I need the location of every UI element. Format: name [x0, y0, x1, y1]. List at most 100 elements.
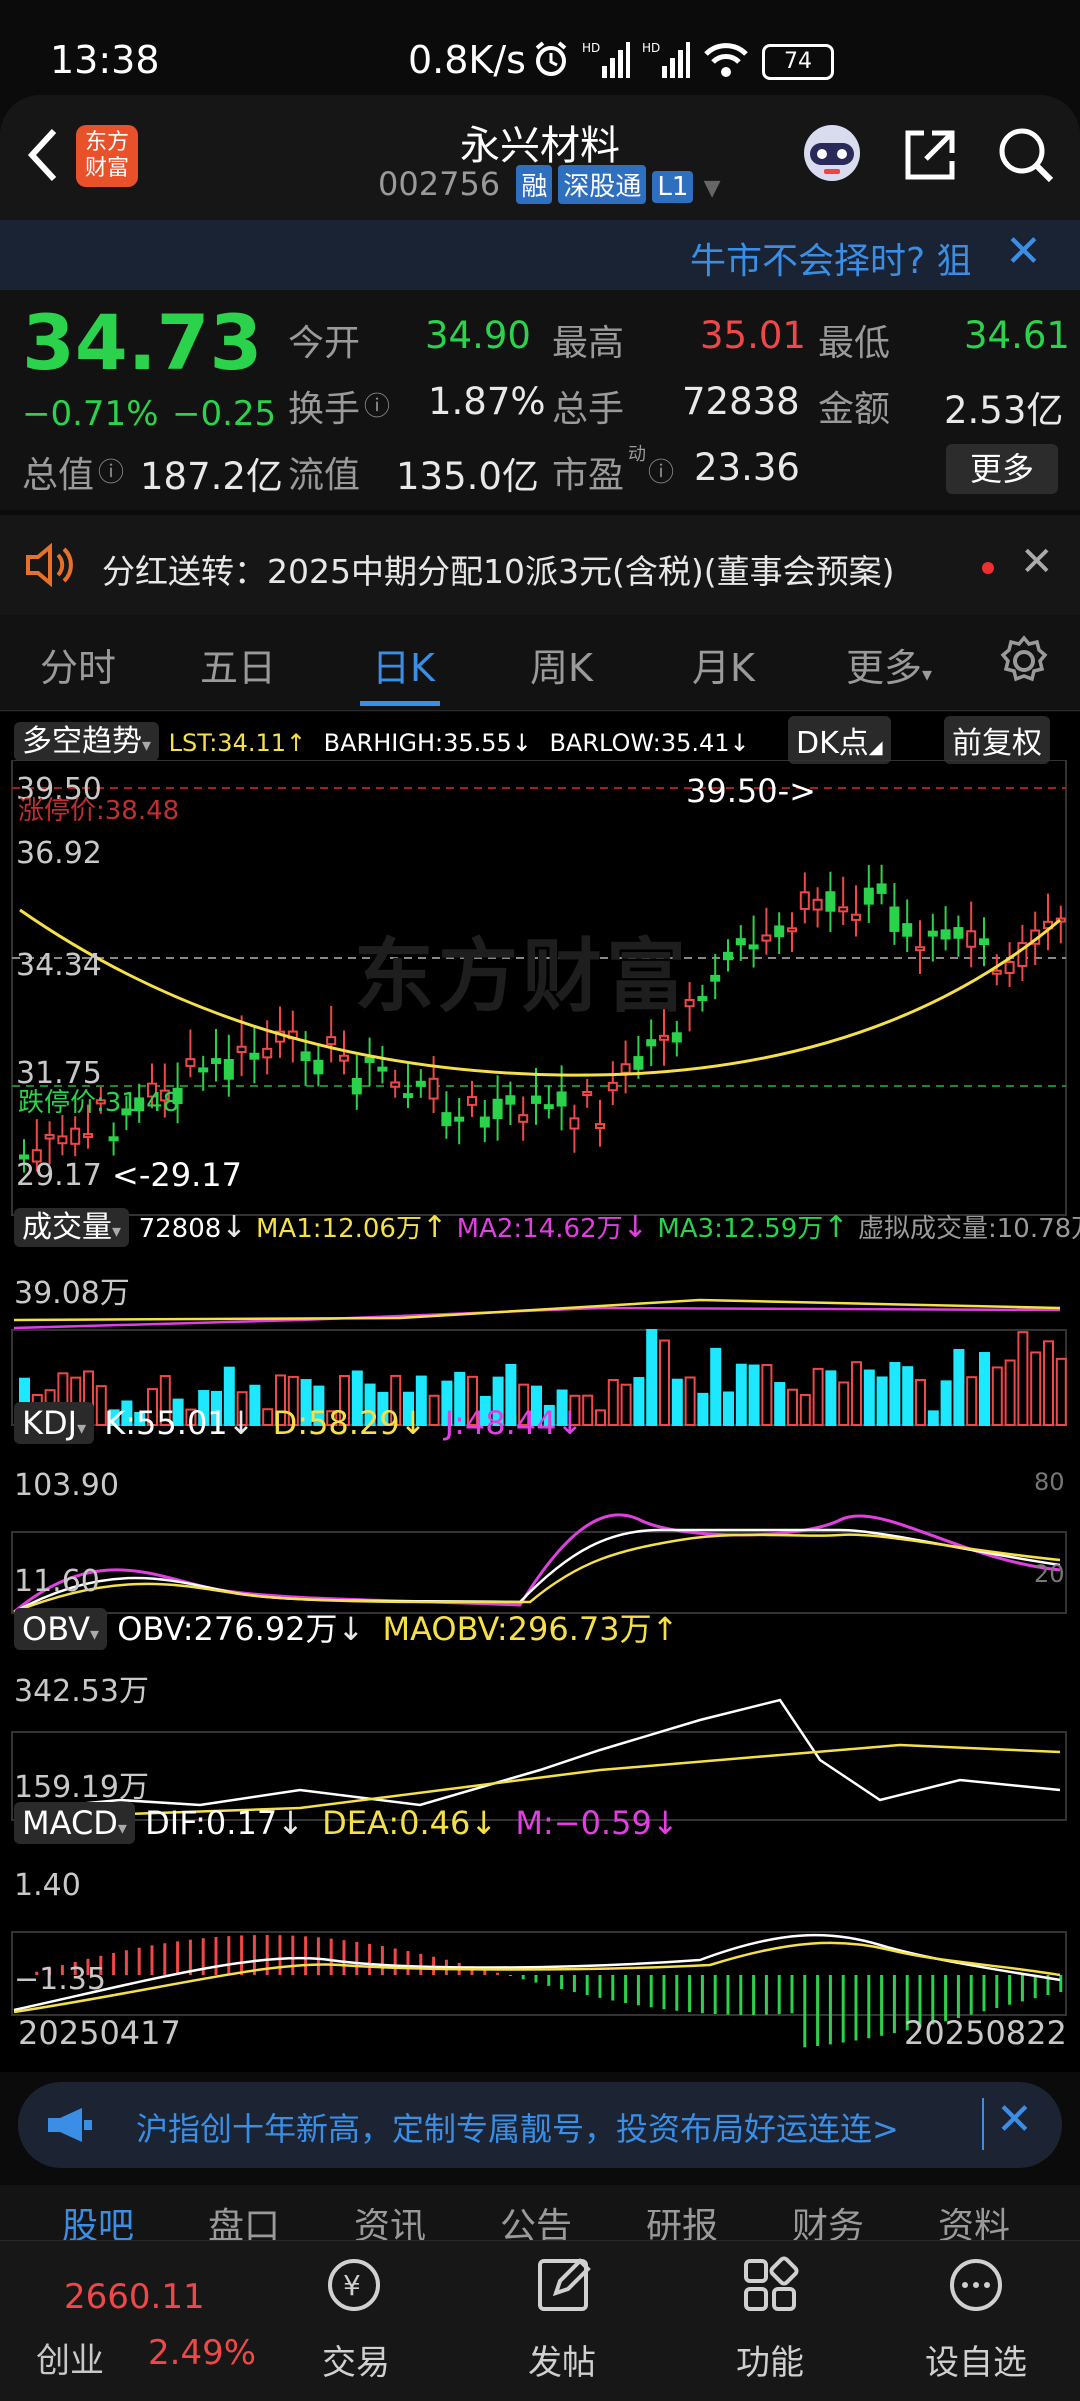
dropdown-icon[interactable]: ▼ [704, 176, 721, 201]
volume-bar [799, 1393, 811, 1426]
candle-body [633, 1056, 644, 1070]
subtab-profile[interactable]: 资料 [938, 2197, 1010, 2240]
candle-body [198, 1067, 209, 1073]
post-button[interactable]: 发帖 [492, 2335, 632, 2384]
news-ticker[interactable]: 牛市不会择时? 狙 ✕ [0, 220, 1080, 290]
subtab-guba[interactable]: 股吧 [62, 2197, 134, 2240]
dividend-notice[interactable]: 分红送转：2025中期分配10派3元(含税)(董事会预案) ✕ [0, 515, 1080, 615]
close-icon[interactable]: ✕ [1020, 539, 1054, 585]
info-icon[interactable]: ⓘ [648, 452, 674, 489]
obv-ymin: 159.19万 [14, 1770, 149, 1805]
y-label-min: 29.17 [16, 1158, 102, 1193]
index-value[interactable]: 2660.11 [64, 2277, 205, 2317]
svg-text:HD: HD [582, 41, 600, 55]
tab-daily-k[interactable]: 日K [372, 637, 435, 692]
close-icon[interactable]: ✕ [996, 2094, 1033, 2145]
info-icon[interactable]: ⓘ [364, 386, 390, 423]
macd-dif-line [13, 1933, 1061, 2012]
function-grid-icon[interactable] [740, 2255, 800, 2319]
float-label: 流值 [288, 455, 361, 496]
candle-body [44, 1134, 55, 1140]
candle-body [454, 1116, 465, 1122]
dk-point-button[interactable]: DK点◢ [788, 716, 891, 764]
notice-text[interactable]: 分红送转：2025中期分配10派3元(含税)(董事会预案) [102, 545, 894, 593]
subtab-news[interactable]: 资讯 [354, 2197, 426, 2240]
settings-gear-icon[interactable] [998, 635, 1050, 691]
tag-margin: 融 [516, 165, 553, 204]
volume-label: 总手 [552, 389, 625, 430]
index-pct[interactable]: 2.49% [148, 2333, 256, 2373]
indicator-select[interactable]: 多空趋势▾ [14, 722, 160, 761]
volume-bar [595, 1409, 606, 1426]
volume-bar [761, 1363, 773, 1426]
volume-select[interactable]: 成交量▾ [14, 1208, 130, 1247]
stock-code-row: 002756 融深股通 L1 ▼ [378, 165, 720, 204]
candle-body [646, 1039, 657, 1047]
start-date: 20250417 [18, 2014, 181, 2052]
divider [982, 2098, 984, 2150]
tab-intraday[interactable]: 分时 [40, 637, 116, 692]
megaphone-icon [44, 2104, 94, 2150]
status-time: 13:38 [50, 38, 160, 82]
candle-body [595, 1123, 605, 1129]
candle-body [889, 906, 900, 932]
vol-ymax: 39.08万 [14, 1276, 130, 1311]
candle-body [927, 930, 938, 937]
macd-dif: DIF:0.17 [145, 1804, 278, 1842]
candle-body [326, 1036, 337, 1046]
volume-bar [723, 1391, 734, 1426]
function-button[interactable]: 功能 [700, 2335, 840, 2384]
candle-body [403, 1093, 413, 1099]
post-icon[interactable] [534, 2255, 594, 2319]
add-watchlist-button[interactable]: 设自选 [906, 2335, 1046, 2384]
volume-bar [902, 1366, 914, 1427]
tab-weekly-k[interactable]: 周K [530, 637, 593, 692]
vol-ma2: MA2:14.62万 [456, 1214, 623, 1244]
stock-header: 东方 财富 永兴材料 002756 融深股通 L1 ▼ [0, 95, 1080, 220]
more-dots-icon[interactable] [946, 2255, 1006, 2319]
subtab-announcements[interactable]: 公告 [500, 2197, 572, 2240]
tab-more[interactable]: 更多▾ [846, 637, 932, 692]
kdj-select[interactable]: KDJ▾ [14, 1402, 95, 1444]
ticker-text[interactable]: 牛市不会择时? 狙 [690, 232, 970, 284]
volume-bar [787, 1388, 798, 1427]
robot-assistant-icon[interactable] [798, 121, 866, 189]
tab-monthly-k[interactable]: 月K [692, 637, 755, 692]
vol-ma1: MA1:12.06万 [256, 1214, 422, 1244]
subtab-finance[interactable]: 财务 [792, 2197, 864, 2240]
macd-select[interactable]: MACD▾ [14, 1802, 135, 1844]
candle-body [70, 1127, 81, 1145]
promo-banner[interactable]: 沪指创十年新高，定制专属靓号，投资布局好运连连> ✕ [18, 2082, 1062, 2168]
volume-bar [710, 1347, 722, 1426]
candle-body [940, 929, 951, 940]
candle-body [313, 1059, 324, 1075]
candle-body [979, 938, 989, 946]
low-value: 34.61 [964, 314, 1070, 357]
trade-icon[interactable]: ¥ [324, 2255, 384, 2319]
candle-body [607, 1081, 618, 1092]
subtab-research[interactable]: 研报 [646, 2197, 718, 2240]
trade-button[interactable]: 交易 [286, 2335, 426, 2384]
close-icon[interactable]: ✕ [1005, 226, 1042, 277]
subtab-pankou[interactable]: 盘口 [208, 2197, 280, 2240]
tab-5day[interactable]: 五日 [200, 637, 276, 692]
volume-bar [735, 1363, 747, 1426]
share-icon[interactable] [902, 127, 958, 187]
more-button[interactable]: 更多 [946, 444, 1058, 494]
watermark: 东方财富 [354, 930, 690, 1023]
adjust-button[interactable]: 前复权 [944, 716, 1050, 764]
volume-bar [991, 1366, 1003, 1427]
max-price-marker: 39.50-> [686, 772, 816, 810]
obv-select[interactable]: OBV▾ [14, 1608, 108, 1650]
candle-body [377, 1066, 388, 1072]
low-label: 最低 [818, 323, 891, 364]
tag-level: L1 [652, 171, 694, 203]
info-icon[interactable]: ⓘ [98, 452, 124, 489]
candle-body [710, 974, 721, 982]
index-name[interactable]: 创业 [36, 2333, 104, 2382]
maobv-value: MAOBV:296.73万 [382, 1610, 652, 1648]
volume-bar [684, 1376, 696, 1427]
macd-dea: DEA:0.46 [322, 1804, 471, 1842]
search-icon[interactable] [996, 125, 1056, 189]
promo-text[interactable]: 沪指创十年新高，定制专属靓号，投资布局好运连连> [136, 2104, 978, 2150]
